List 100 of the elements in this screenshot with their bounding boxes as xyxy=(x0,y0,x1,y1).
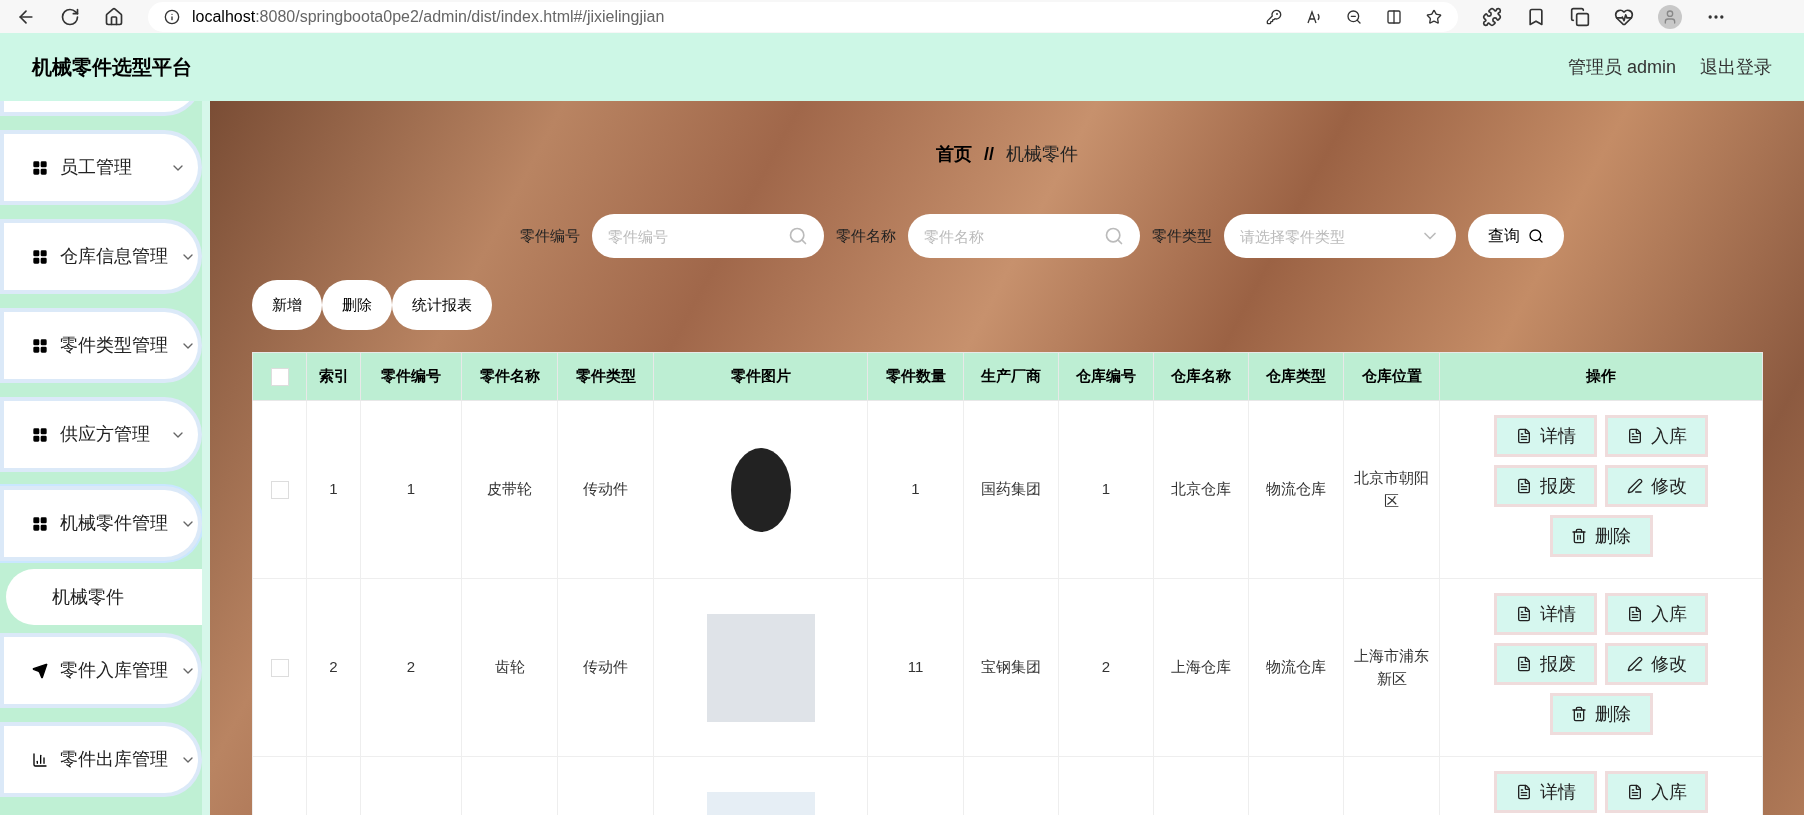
pen-icon xyxy=(1626,656,1643,672)
logout-link[interactable]: 退出登录 xyxy=(1700,53,1772,81)
sidebar-menu-item[interactable]: 员工管理 xyxy=(0,130,202,205)
split-screen-icon[interactable] xyxy=(1386,8,1402,25)
action-button[interactable]: 删除 xyxy=(1549,693,1653,735)
table-cell: 北京仓库 xyxy=(1153,400,1249,579)
action-button[interactable]: 详情 xyxy=(1494,593,1597,635)
document-icon xyxy=(1515,428,1532,444)
document-icon xyxy=(1515,606,1532,622)
table-cell: 皮带轮 xyxy=(461,400,558,579)
search-icon xyxy=(1104,226,1124,246)
action-button[interactable]: 详情 xyxy=(1494,415,1597,457)
favorites-icon[interactable] xyxy=(1526,6,1546,27)
toolbar-button[interactable]: 删除 xyxy=(322,280,392,330)
select-all-checkbox[interactable] xyxy=(270,368,289,387)
grid-icon xyxy=(32,515,48,532)
breadcrumb-separator: // xyxy=(984,143,994,166)
table-cell: 传动件 xyxy=(557,400,654,579)
action-button[interactable]: 入库 xyxy=(1605,415,1708,457)
key-icon[interactable] xyxy=(1266,8,1282,25)
table-cell: 1 xyxy=(306,400,361,579)
action-button[interactable]: 修改 xyxy=(1605,465,1708,507)
table-cell: 宝钢集团 xyxy=(963,578,1059,757)
table-cell: 北京市朝阳区 xyxy=(1343,400,1440,579)
bar-chart-icon xyxy=(32,751,48,768)
breadcrumb-home[interactable]: 首页 xyxy=(936,141,972,168)
toolbar-button[interactable]: 统计报表 xyxy=(392,280,492,330)
search-label: 零件编号 xyxy=(520,225,580,246)
type-select[interactable]: 请选择零件类型 xyxy=(1224,214,1456,258)
table-cell: 上海仓库 xyxy=(1153,578,1249,757)
trash-icon xyxy=(1571,528,1587,544)
collections-icon[interactable] xyxy=(1570,6,1590,27)
pen-icon xyxy=(1626,478,1643,494)
sidebar-menu-item[interactable]: 零件出库管理 xyxy=(0,722,202,797)
sidebar-menu-item[interactable]: 零件入库管理 xyxy=(0,633,202,708)
action-button[interactable]: 详情 xyxy=(1494,771,1597,813)
extensions-icon[interactable] xyxy=(1482,6,1502,27)
table-cell: 上海市浦东新区 xyxy=(1343,578,1440,757)
sidebar-submenu-item[interactable]: 机械零件 xyxy=(6,569,202,625)
row-checkbox[interactable] xyxy=(270,481,289,500)
table-cell: 11 xyxy=(867,578,964,757)
column-header: 仓库位置 xyxy=(1343,352,1440,401)
app-title: 机械零件选型平台 xyxy=(32,55,192,80)
refresh-icon[interactable] xyxy=(60,6,80,27)
column-header: 仓库编号 xyxy=(1058,352,1154,401)
trash-icon xyxy=(1571,706,1587,722)
column-header: 操作 xyxy=(1439,352,1763,401)
table-cell: 1 xyxy=(360,400,462,579)
zoom-out-icon[interactable] xyxy=(1346,8,1362,25)
query-button[interactable]: 查询 xyxy=(1468,214,1564,258)
action-button[interactable]: 删除 xyxy=(1549,515,1653,557)
sidebar-menu-item[interactable]: 机械零件管理 xyxy=(0,486,202,561)
column-header: 仓库名称 xyxy=(1153,352,1249,401)
row-checkbox[interactable] xyxy=(270,659,289,678)
document-icon xyxy=(1626,784,1643,800)
action-button[interactable]: 修改 xyxy=(1605,643,1708,685)
table-cell: 国药集团 xyxy=(963,400,1059,579)
action-button[interactable]: 入库 xyxy=(1605,771,1708,813)
url-text: localhost:8080/springboota0pe2/admin/dist/index.html#/jixielingjian xyxy=(192,6,665,27)
grid-icon xyxy=(32,426,48,443)
search-label: 零件名称 xyxy=(836,225,896,246)
toolbar-button[interactable]: 新增 xyxy=(252,280,322,330)
document-icon xyxy=(1515,656,1532,672)
column-header: 索引 xyxy=(306,352,361,401)
grid-icon xyxy=(32,337,48,354)
profile-avatar[interactable] xyxy=(1658,4,1682,29)
table-cell: 2 xyxy=(360,578,462,757)
home-icon[interactable] xyxy=(104,6,124,27)
column-header: 零件编号 xyxy=(360,352,462,401)
sidebar-menu-item[interactable]: 供应方管理 xyxy=(0,397,202,472)
action-button[interactable]: 报废 xyxy=(1494,465,1597,507)
table-cell: 1 xyxy=(1058,400,1154,579)
table-cell: 1 xyxy=(867,400,964,579)
search-field[interactable]: 零件编号 xyxy=(592,214,824,258)
info-icon xyxy=(164,8,180,25)
column-header: 零件数量 xyxy=(867,352,964,401)
grid-icon xyxy=(32,248,48,265)
breadcrumb-current: 机械零件 xyxy=(1006,143,1078,166)
search-field[interactable]: 零件名称 xyxy=(908,214,1140,258)
heart-pulse-icon[interactable] xyxy=(1614,6,1634,27)
address-bar[interactable]: localhost:8080/springboota0pe2/admin/dist/index.html#/jixielingjian xyxy=(148,1,1458,32)
table-cell: 传动件 xyxy=(557,578,654,757)
column-header: 生产厂商 xyxy=(963,352,1059,401)
column-header: 零件图片 xyxy=(653,352,868,401)
table-cell: 物流仓库 xyxy=(1248,578,1344,757)
table-cell: 物流仓库 xyxy=(1248,400,1344,579)
read-aloud-icon[interactable] xyxy=(1306,8,1322,25)
sidebar-menu-item[interactable]: 零件类型管理 xyxy=(0,308,202,383)
document-icon xyxy=(1515,478,1532,494)
table-cell: 2 xyxy=(1058,578,1154,757)
sidebar-menu-item[interactable]: 仓库信息管理 xyxy=(0,219,202,294)
document-icon xyxy=(1626,428,1643,444)
column-header: 仓库类型 xyxy=(1248,352,1344,401)
user-label: 管理员 admin xyxy=(1567,55,1676,79)
search-icon xyxy=(1528,228,1544,244)
action-button[interactable]: 报废 xyxy=(1494,643,1597,685)
action-button[interactable]: 入库 xyxy=(1605,593,1708,635)
star-icon[interactable] xyxy=(1426,8,1442,25)
search-icon xyxy=(788,226,808,246)
grid-icon xyxy=(32,159,48,176)
